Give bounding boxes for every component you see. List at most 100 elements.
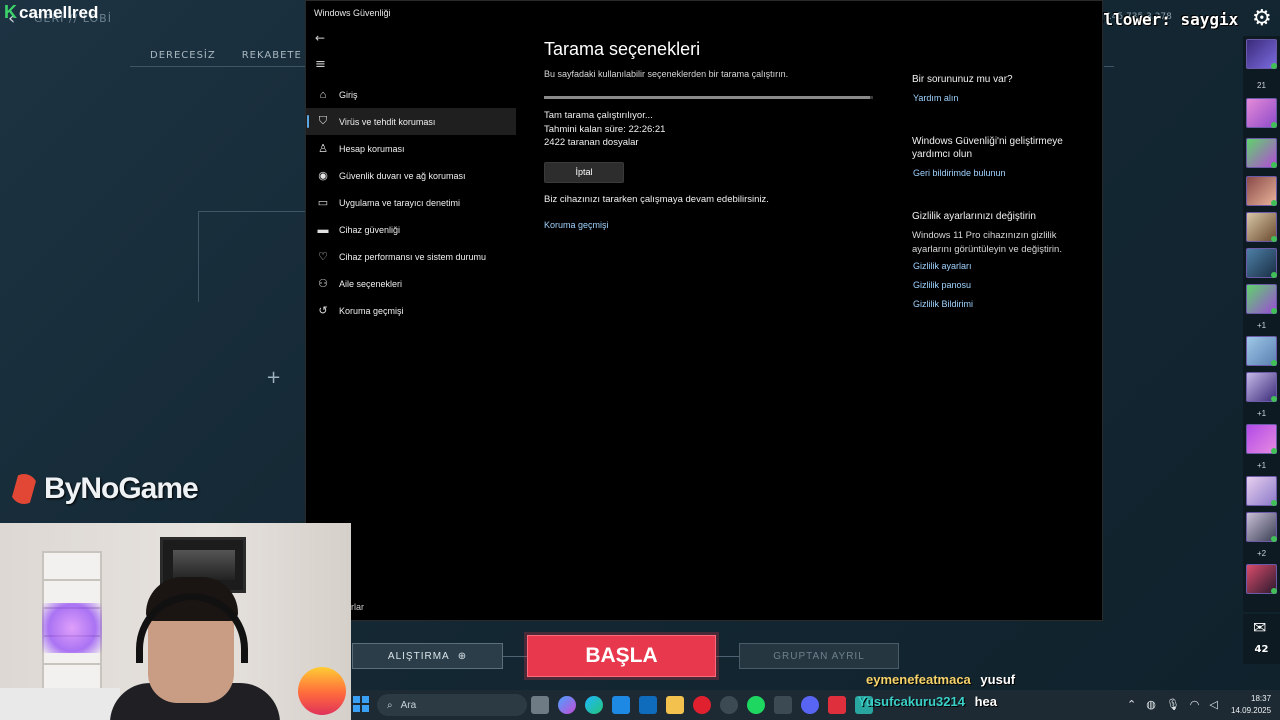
cancel-scan-button[interactable]: İptal	[544, 161, 624, 183]
app-window-icon: ▭	[317, 197, 329, 209]
clock-time: 18:37	[1251, 694, 1272, 703]
sidebar-item-account-protection[interactable]: ♙ Hesap koruması	[306, 135, 516, 162]
mail-count: 42	[1254, 644, 1269, 655]
window-title: Windows Güvenliği	[314, 8, 391, 18]
leave-party-button[interactable]: GRUPTAN AYRIL	[739, 643, 899, 669]
sidebar-item-label: Cihaz güvenliği	[339, 224, 401, 235]
task-view-icon[interactable]	[531, 696, 549, 714]
edge-icon[interactable]	[585, 696, 603, 714]
sponsor-logo: ByNoGame	[10, 472, 199, 506]
privacy-statement-link[interactable]: Gizlilik Bildirimi	[913, 299, 1087, 309]
riot-client-icon[interactable]	[828, 696, 846, 714]
sidebar-item-protection-history[interactable]: ↺ Koruma geçmişi	[306, 297, 516, 324]
friend-avatar[interactable]	[1246, 284, 1277, 314]
friend-avatar[interactable]	[1246, 564, 1277, 594]
desk	[0, 688, 120, 720]
app-icon[interactable]	[774, 696, 792, 714]
taskbar-apps	[531, 696, 873, 714]
discord-icon[interactable]	[801, 696, 819, 714]
friend-avatar[interactable]	[1246, 138, 1277, 168]
scan-progress-bar	[544, 96, 873, 99]
friend-count: +1	[1256, 321, 1267, 330]
practice-label: ALIŞTIRMA	[387, 650, 450, 662]
crosshair-icon: ⊕	[457, 650, 468, 662]
improve-title: Windows Güvenliği'ni geliştirmeye yardım…	[912, 135, 1063, 161]
spotify-icon[interactable]	[747, 696, 765, 714]
chat-nick: eymenefeatmaca	[866, 672, 971, 687]
friend-avatar[interactable]	[1246, 212, 1277, 242]
game-mode-nav: DERECESİZ REKABETE DA	[150, 50, 322, 61]
taskbar-search[interactable]: ⌕ Ara	[377, 694, 527, 716]
chat-message: Yusufcakuru3214 hea	[858, 694, 997, 709]
friend-avatar[interactable]	[1246, 512, 1277, 542]
side-panel: Bir sorununuz mu var? Yardım alın Window…	[912, 73, 1087, 341]
logo-k-icon: K	[4, 2, 17, 22]
start-button[interactable]: BAŞLA	[527, 635, 716, 677]
friend-avatar[interactable]	[1246, 372, 1277, 402]
divider	[130, 66, 305, 67]
outlook-icon[interactable]	[639, 696, 657, 714]
friend-count: +1	[1256, 409, 1267, 418]
system-tray: ⌃ ◍ 🎙︎ ◠ ◁	[1127, 698, 1218, 711]
get-help-link[interactable]: Yardım alın	[913, 93, 1087, 103]
app-icon[interactable]	[720, 696, 738, 714]
mail-icon: ✉	[1253, 618, 1267, 637]
webcam-feed	[0, 523, 351, 720]
heart-icon: ♡	[318, 251, 328, 263]
privacy-dashboard-link[interactable]: Gizlilik panosu	[913, 280, 1087, 290]
friend-avatar[interactable]	[1246, 424, 1277, 454]
add-player-icon[interactable]: +	[266, 367, 281, 388]
divider	[503, 656, 527, 657]
friend-avatar[interactable]	[1246, 39, 1277, 69]
friend-avatar[interactable]	[1246, 98, 1277, 128]
give-feedback-link[interactable]: Geri bildirimde bulunun	[913, 168, 1087, 178]
privacy-settings-link[interactable]: Gizlilik ayarları	[913, 261, 1087, 271]
protection-history-link[interactable]: Koruma geçmişi	[544, 220, 884, 230]
copilot-icon[interactable]	[558, 696, 576, 714]
gear-icon[interactable]: ⚙	[1252, 6, 1272, 31]
friend-avatar[interactable]	[1246, 336, 1277, 366]
scan-status: Tam tarama çalıştırılıyor...	[544, 110, 653, 121]
home-icon: ⌂	[319, 88, 327, 101]
scan-time-remaining: Tahmini kalan süre: 22:26:21	[544, 123, 666, 135]
continue-working-text: Biz cihazınızı tararken çalışmaya devam …	[544, 193, 769, 205]
microphone-icon[interactable]: 🎙︎	[1166, 698, 1180, 711]
mail-button[interactable]: ✉ 42	[1243, 614, 1280, 664]
friend-avatar[interactable]	[1246, 476, 1277, 506]
sidebar-item-home[interactable]: ⌂ Giriş	[306, 81, 516, 108]
shield-icon: ⛉	[318, 115, 328, 127]
hamburger-menu-icon[interactable]: ≡	[315, 57, 326, 72]
scan-options-panel: Tarama seçenekleri Bu sayfadaki kullanıl…	[544, 39, 884, 230]
chat-message: eymenefeatmaca yusuf	[866, 672, 1015, 687]
store-icon[interactable]	[612, 696, 630, 714]
friend-count: +1	[1256, 461, 1267, 470]
friend-avatar[interactable]	[1246, 248, 1277, 278]
antenna-icon: ◉	[318, 170, 328, 182]
windows-taskbar: ⌕ Ara ⌃ ◍ 🎙︎ ◠ ◁ 18:37 14.09.2025	[351, 690, 1280, 720]
history-icon: ↺	[318, 305, 328, 317]
sidebar-item-settings[interactable]: rlar	[351, 602, 364, 612]
windows-start-icon[interactable]	[353, 696, 369, 712]
back-arrow-icon[interactable]: ←	[315, 31, 325, 45]
sidebar-item-device-security[interactable]: ▬ Cihaz güvenliği	[306, 216, 516, 243]
family-icon: ⚇	[318, 278, 328, 290]
led-light	[42, 603, 102, 653]
practice-button[interactable]: ALIŞTIRMA ⊕	[352, 643, 503, 669]
game-nav-unrated[interactable]: DERECESİZ	[150, 50, 216, 61]
app-tray-icon[interactable]: ◍	[1146, 698, 1156, 711]
chevron-up-icon[interactable]: ⌃	[1127, 698, 1136, 711]
file-explorer-icon[interactable]	[666, 696, 684, 714]
sunset-logo-icon	[298, 667, 346, 715]
sidebar-item-device-performance[interactable]: ♡ Cihaz performansı ve sistem durumu	[306, 243, 516, 270]
speaker-icon[interactable]: ◁	[1209, 698, 1217, 711]
opera-icon[interactable]	[693, 696, 711, 714]
sidebar-item-virus-protection[interactable]: ⛉ Virüs ve tehdit koruması	[306, 108, 516, 135]
sidebar-item-family-options[interactable]: ⚇ Aile seçenekleri	[306, 270, 516, 297]
sidebar-item-firewall[interactable]: ◉ Güvenlik duvarı ve ağ koruması	[306, 162, 516, 189]
wifi-icon[interactable]: ◠	[1190, 698, 1200, 711]
page-subtitle: Bu sayfadaki kullanılabilir seçeneklerde…	[544, 69, 789, 79]
taskbar-clock[interactable]: 18:37 14.09.2025	[1231, 693, 1271, 717]
privacy-description: Windows 11 Pro cihazınızın gizlilik ayar…	[912, 230, 1062, 255]
friend-avatar[interactable]	[1246, 176, 1277, 206]
sidebar-item-app-browser-control[interactable]: ▭ Uygulama ve tarayıcı denetimi	[306, 189, 516, 216]
